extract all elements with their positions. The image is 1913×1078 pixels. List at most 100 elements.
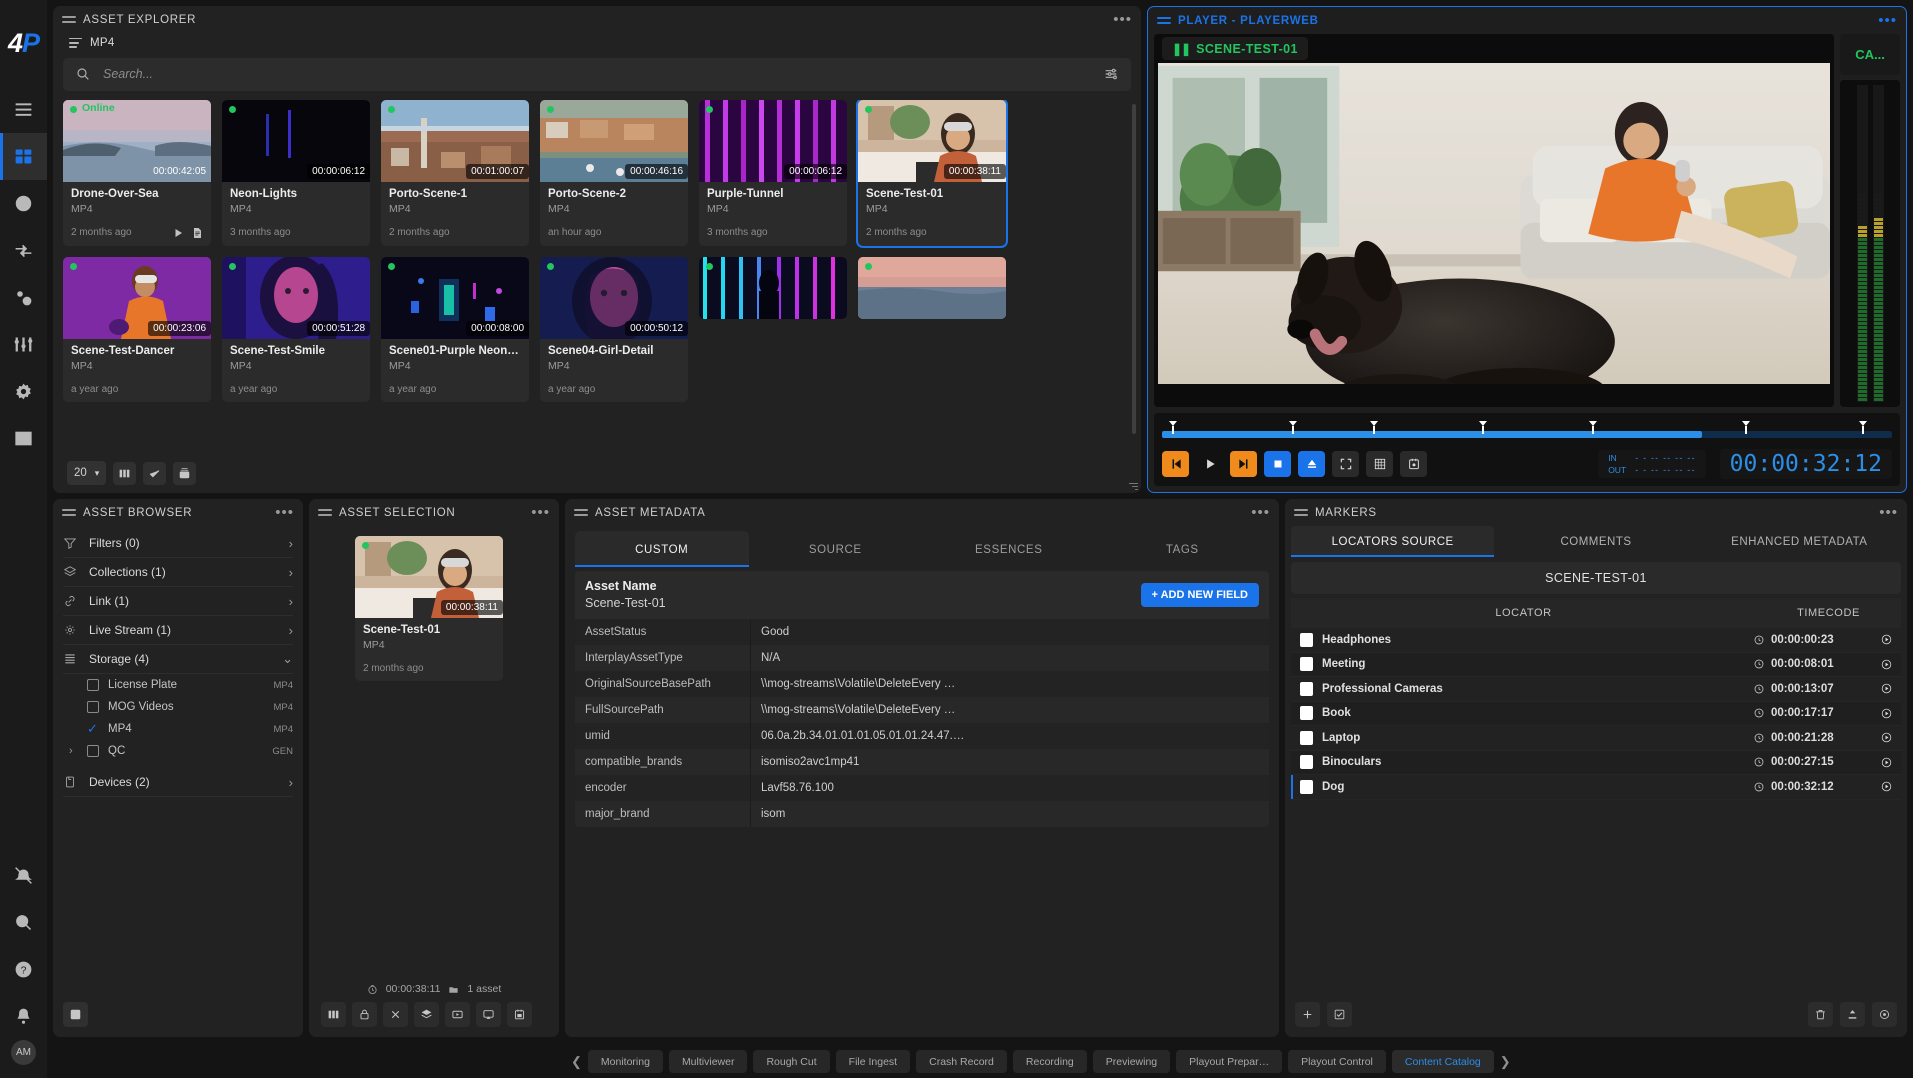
scrubber-track[interactable]: [1162, 421, 1892, 438]
storage-item[interactable]: ✓ MP4 MP4: [63, 718, 293, 740]
storage-checkbox[interactable]: [87, 679, 99, 691]
marker-play-button[interactable]: [1871, 633, 1901, 646]
marker-checkbox[interactable]: [1300, 730, 1313, 745]
taskbar-item-recording[interactable]: Recording: [1012, 1050, 1087, 1073]
search-icon[interactable]: [0, 899, 47, 946]
asset-card[interactable]: 00:00:08:00 Scene01-Purple Neon Tu… MP4 a y…: [381, 256, 529, 402]
drag-handle-icon[interactable]: [1157, 14, 1171, 27]
taskbar-item-playout-prepar[interactable]: Playout Prepar…: [1176, 1050, 1283, 1073]
storage-item[interactable]: › QC GEN: [63, 740, 293, 762]
settings-button[interactable]: [1872, 1002, 1897, 1027]
eject-button[interactable]: [1298, 451, 1325, 477]
taskbar-item-crash-record[interactable]: Crash Record: [916, 1050, 1007, 1073]
sidebar-item-dashboard[interactable]: [0, 133, 47, 180]
marker-row[interactable]: Binoculars 00:00:27:15: [1291, 750, 1901, 775]
add-panel-button[interactable]: [63, 1002, 88, 1027]
columns-button[interactable]: [321, 1002, 346, 1027]
asset-card[interactable]: [858, 256, 1006, 319]
taskbar-item-monitoring[interactable]: Monitoring: [587, 1050, 663, 1073]
taskbar-item-rough-cut[interactable]: Rough Cut: [753, 1050, 830, 1073]
taskbar-item-content-catalog[interactable]: Content Catalog: [1391, 1050, 1494, 1073]
grid-button[interactable]: [1366, 451, 1393, 477]
gears-icon[interactable]: [0, 274, 47, 321]
play-button[interactable]: [1196, 451, 1223, 477]
player-menu-icon[interactable]: •••: [1878, 13, 1897, 28]
asset-card[interactable]: 00:00:23:06 Scene-Test-Dancer MP4 a year ag…: [63, 256, 211, 402]
asset-card[interactable]: 00:00:38:11 Scene-Test-01 MP4 2 months ago: [856, 99, 1008, 248]
expand-chevron-icon[interactable]: ›: [69, 745, 73, 757]
columns-view-button[interactable]: [113, 461, 137, 485]
marker-row[interactable]: Laptop 00:00:21:28: [1291, 726, 1901, 751]
metadata-row[interactable]: AssetStatus Good: [575, 619, 1269, 645]
asset-grid-scrollbar[interactable]: [1132, 103, 1136, 434]
selected-asset-card[interactable]: 00:00:38:11 Scene-Test-01 MP4 2 months a…: [355, 536, 503, 681]
drag-handle-icon[interactable]: [1294, 506, 1308, 519]
taskbar-item-multiviewer[interactable]: Multiviewer: [668, 1050, 748, 1073]
marker-checkbox[interactable]: [1300, 681, 1313, 696]
marker-play-button[interactable]: [1871, 707, 1901, 720]
play-icon[interactable]: [172, 227, 184, 239]
tab-locators-source[interactable]: LOCATORS SOURCE: [1291, 526, 1495, 557]
browser-row-storage[interactable]: Storage (4) ⌄: [63, 645, 293, 674]
jump-end-button[interactable]: [1230, 451, 1257, 477]
asset-card[interactable]: 00:01:00:07 Porto-Scene-1 MP4 2 months ago: [381, 99, 529, 246]
asset-card[interactable]: 00:00:06:12 Neon-Lights MP4 3 months ago: [222, 99, 370, 246]
markers-menu-icon[interactable]: •••: [1879, 505, 1898, 520]
marker-play-button[interactable]: [1871, 780, 1901, 793]
browser-row-live-stream[interactable]: Live Stream (1) ›: [63, 616, 293, 645]
stop-button[interactable]: [1264, 451, 1291, 477]
scrubber-marker[interactable]: [1858, 421, 1867, 434]
scrubber-marker[interactable]: [1588, 421, 1597, 434]
marker-row[interactable]: Book 00:00:17:17: [1291, 701, 1901, 726]
asset-card[interactable]: 00:00:50:12 Scene04-Girl-Detail MP4 a year …: [540, 256, 688, 402]
metadata-row[interactable]: encoder Lavf58.76.100: [575, 775, 1269, 801]
bell-icon[interactable]: [0, 993, 47, 1040]
page-size-select[interactable]: 20 ▾: [67, 461, 107, 485]
marker-row[interactable]: Headphones 00:00:00:23: [1291, 628, 1901, 653]
browser-row-collections[interactable]: Collections (1) ›: [63, 558, 293, 587]
layers-button[interactable]: [414, 1002, 439, 1027]
asset-card[interactable]: 00:00:06:12 Purple-Tunnel MP4 3 months ago: [699, 99, 847, 246]
metadata-row[interactable]: InterplayAssetType N/A: [575, 645, 1269, 671]
tab-essences[interactable]: ESSENCES: [922, 531, 1096, 567]
asset-card[interactable]: Online 00:00:42:05 Drone-Over-Sea MP4 2 mont…: [63, 99, 211, 246]
marker-play-button[interactable]: [1871, 658, 1901, 671]
taskbar-item-playout-control[interactable]: Playout Control: [1288, 1050, 1386, 1073]
no-bell-icon[interactable]: [0, 852, 47, 899]
clock-icon[interactable]: [0, 180, 47, 227]
metadata-row[interactable]: umid 06.0a.2b.34.01.01.01.05.01.01.24.47.…: [575, 723, 1269, 749]
browser-row-link[interactable]: Link (1) ›: [63, 587, 293, 616]
metadata-row[interactable]: OriginalSourceBasePath \\mog-streams\Vola…: [575, 671, 1269, 697]
asset-card[interactable]: [699, 256, 847, 319]
table-grid-icon[interactable]: [0, 415, 47, 462]
drag-handle-icon[interactable]: [62, 13, 76, 26]
scrubber-marker[interactable]: [1168, 421, 1177, 434]
drag-handle-icon[interactable]: [62, 506, 76, 519]
taskbar-item-previewing[interactable]: Previewing: [1092, 1050, 1171, 1073]
breadcrumb[interactable]: MP4: [53, 33, 1141, 58]
marker-row[interactable]: Meeting 00:00:08:01: [1291, 652, 1901, 677]
marker-checkbox[interactable]: [1300, 706, 1313, 721]
asset-metadata-menu-icon[interactable]: •••: [1251, 505, 1270, 520]
taskbar-next-icon[interactable]: ❯: [1500, 1054, 1511, 1070]
metadata-row[interactable]: FullSourcePath \\mog-streams\Volatile\Del…: [575, 697, 1269, 723]
panel-resize-grip[interactable]: [1129, 481, 1138, 490]
tab-enhanced-metadata[interactable]: ENHANCED METADATA: [1698, 526, 1901, 557]
video-frame[interactable]: [1158, 63, 1830, 384]
select-all-button[interactable]: [1327, 1002, 1352, 1027]
marker-play-button[interactable]: [1871, 682, 1901, 695]
gear-icon[interactable]: [0, 368, 47, 415]
storage-checkbox[interactable]: [87, 701, 99, 713]
marker-checkbox[interactable]: [1300, 657, 1313, 672]
lock-button[interactable]: [352, 1002, 377, 1027]
marker-row[interactable]: Dog 00:00:32:12: [1291, 775, 1901, 800]
cast-button[interactable]: [476, 1002, 501, 1027]
storage-item[interactable]: MOG Videos MP4: [63, 696, 293, 718]
question-icon[interactable]: ?: [0, 946, 47, 993]
marker-checkbox[interactable]: [1300, 632, 1313, 647]
asset-card[interactable]: 00:00:51:28 Scene-Test-Smile MP4 a year ago: [222, 256, 370, 402]
asset-selection-menu-icon[interactable]: •••: [531, 505, 550, 520]
asset-explorer-menu-icon[interactable]: •••: [1113, 12, 1132, 27]
search-input[interactable]: [103, 67, 1091, 82]
hamburger-icon[interactable]: [0, 86, 47, 133]
